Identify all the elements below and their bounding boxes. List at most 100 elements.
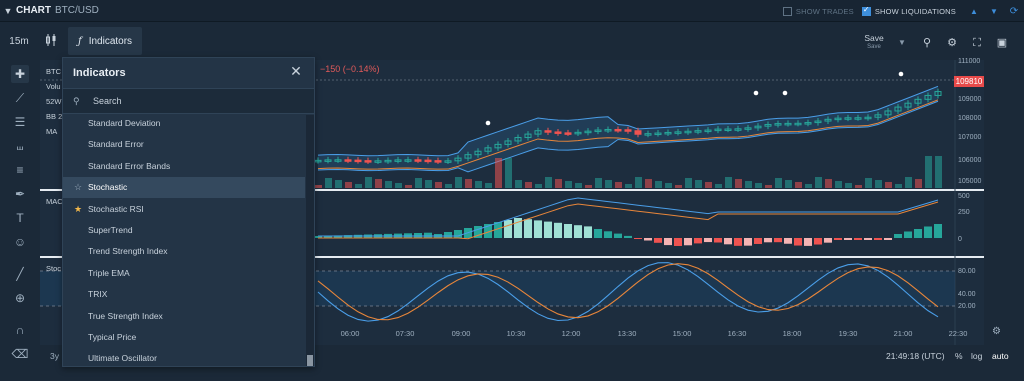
time-tick-label: 16:30 (727, 329, 747, 338)
macd-histogram-bar (654, 238, 662, 243)
macd-histogram-bar (454, 230, 462, 238)
legend-stoch[interactable]: Stoc (46, 264, 61, 273)
volume-bar (465, 179, 472, 188)
indicator-item[interactable]: Standard Error (63, 134, 305, 155)
indicator-item[interactable]: Ultimate Oscillator (63, 348, 305, 366)
legend-bb[interactable]: BB 2 (46, 112, 62, 121)
indicator-item[interactable]: True Strength Index (63, 306, 305, 327)
refresh-icon[interactable]: ⟳ (1004, 6, 1024, 17)
show-liquidations-toggle[interactable]: SHOW LIQUIDATIONS (861, 5, 956, 16)
fullscreen-icon[interactable]: ⛶ (970, 36, 984, 50)
chart-app: ▼ CHART BTC/USD SHOW TRADES SHOW LIQUIDA… (0, 0, 1024, 381)
magnet-icon[interactable]: ∩ (11, 321, 29, 339)
price-tick-label: 109000 (958, 96, 982, 103)
macd-histogram-bar (794, 238, 802, 246)
legend-52w[interactable]: 52W (46, 97, 61, 106)
volume-bar (495, 158, 502, 188)
macd-histogram-bar (724, 238, 732, 245)
move-up-icon[interactable]: ▲ (964, 7, 984, 16)
candles-icon[interactable] (38, 33, 64, 50)
auto-scale-button[interactable]: auto (992, 351, 1009, 361)
fib-retracement-icon[interactable]: ≡ (11, 161, 29, 179)
legend-volume[interactable]: Volu (46, 82, 61, 91)
show-liquidations-label: SHOW LIQUIDATIONS (874, 6, 956, 16)
chart-toolbar: 15m ƒ Indicators Save Save ▼ ⚲ ⚙ ⛶ ▣ (0, 22, 1024, 60)
star-outline-icon[interactable]: ☆ (74, 177, 82, 198)
candle-body (364, 160, 372, 163)
show-liquidations-checkbox[interactable] (861, 5, 871, 16)
move-down-icon[interactable]: ▼ (984, 7, 1004, 16)
volume-bar (685, 178, 692, 188)
volume-bar (605, 180, 612, 188)
macd-histogram-bar (504, 220, 512, 238)
zoom-icon[interactable]: ⚲ (920, 36, 934, 50)
indicator-item[interactable]: Triple EMA (63, 263, 305, 284)
indicator-list-scrollbar[interactable] (306, 115, 314, 366)
brush-icon[interactable]: ✒ (11, 185, 29, 203)
indicator-item[interactable]: ★ Stochastic RSI (63, 199, 305, 220)
indicator-item[interactable]: Standard Deviation (63, 119, 305, 134)
emoji-icon[interactable]: ☺ (11, 233, 29, 251)
volume-bar (545, 177, 552, 188)
indicators-button[interactable]: ƒ Indicators (68, 27, 143, 55)
search-input[interactable] (93, 96, 283, 106)
show-trades-checkbox[interactable] (782, 6, 792, 16)
indicator-item[interactable]: Typical Price (63, 327, 305, 348)
candle-body (344, 159, 352, 162)
macd-histogram-bar (444, 232, 452, 238)
volume-bar (805, 184, 812, 188)
pattern-icon[interactable]: ⧢ (11, 137, 29, 155)
search-icon: ⚲ (73, 95, 80, 106)
candle-body (434, 160, 442, 163)
percent-scale-button[interactable]: % (955, 351, 963, 361)
indicator-item[interactable]: Standard Error Bands (63, 156, 305, 177)
indicator-item[interactable]: Trend Strength Index (63, 241, 305, 262)
show-trades-toggle[interactable]: SHOW TRADES (782, 6, 854, 16)
price-change: −150 (−0.14%) (320, 64, 380, 74)
liquidation-dot (898, 71, 904, 77)
interval-button[interactable]: 15m (0, 36, 38, 47)
macd-tick-label: 250 (958, 209, 970, 216)
volume-bar (335, 180, 342, 188)
indicator-item[interactable]: SuperTrend (63, 220, 305, 241)
macd-histogram-bar (704, 238, 712, 243)
indicators-button-label: Indicators (88, 35, 133, 47)
volume-bar (625, 184, 632, 188)
macd-histogram-bar (554, 222, 562, 238)
volume-bar (505, 158, 512, 188)
legend-ma[interactable]: MA (46, 127, 57, 136)
log-scale-button[interactable]: log (971, 351, 982, 361)
close-icon[interactable]: ✕ (288, 63, 304, 79)
volume-bar (355, 184, 362, 188)
macd-histogram-bar (914, 229, 922, 238)
range-button[interactable]: 3y (50, 351, 59, 361)
zoom-in-icon[interactable]: ⊕ (11, 289, 29, 307)
parallel-lines-icon[interactable]: ☰ (11, 113, 29, 131)
save-dropdown-icon[interactable]: ▼ (898, 38, 906, 47)
indicator-search[interactable]: ⚲ (63, 88, 314, 114)
trendline-icon[interactable]: ⟋ (11, 89, 29, 107)
volume-bar (575, 183, 582, 188)
macd-histogram-bar (784, 238, 792, 244)
settings-gear-icon[interactable]: ⚙ (945, 36, 959, 50)
scrollbar-thumb[interactable] (307, 355, 313, 366)
fx-icon: ƒ (78, 35, 82, 47)
collapse-chevron-icon[interactable]: ▼ (0, 6, 16, 16)
macd-histogram-bar (844, 238, 852, 240)
crosshair-icon[interactable]: ✚ (11, 65, 29, 83)
ruler-icon[interactable]: ╱ (11, 265, 29, 283)
utc-clock: 21:49:18 (UTC) (886, 351, 945, 361)
macd-histogram-bar (524, 219, 532, 238)
axis-settings-icon[interactable]: ⚙ (992, 326, 1001, 337)
save-button[interactable]: Save Save (858, 34, 890, 52)
legend-macd[interactable]: MAC (46, 197, 63, 206)
indicator-item[interactable]: TRIX (63, 284, 305, 305)
volume-bar (385, 181, 392, 188)
text-icon[interactable]: T (11, 209, 29, 227)
legend-symbol[interactable]: BTC (46, 67, 61, 76)
eraser-icon[interactable]: ⌫ (11, 345, 29, 363)
volume-bar (325, 178, 332, 188)
camera-icon[interactable]: ▣ (995, 36, 1009, 50)
indicator-item[interactable]: ☆ Stochastic (63, 177, 305, 199)
star-filled-icon[interactable]: ★ (74, 199, 82, 220)
